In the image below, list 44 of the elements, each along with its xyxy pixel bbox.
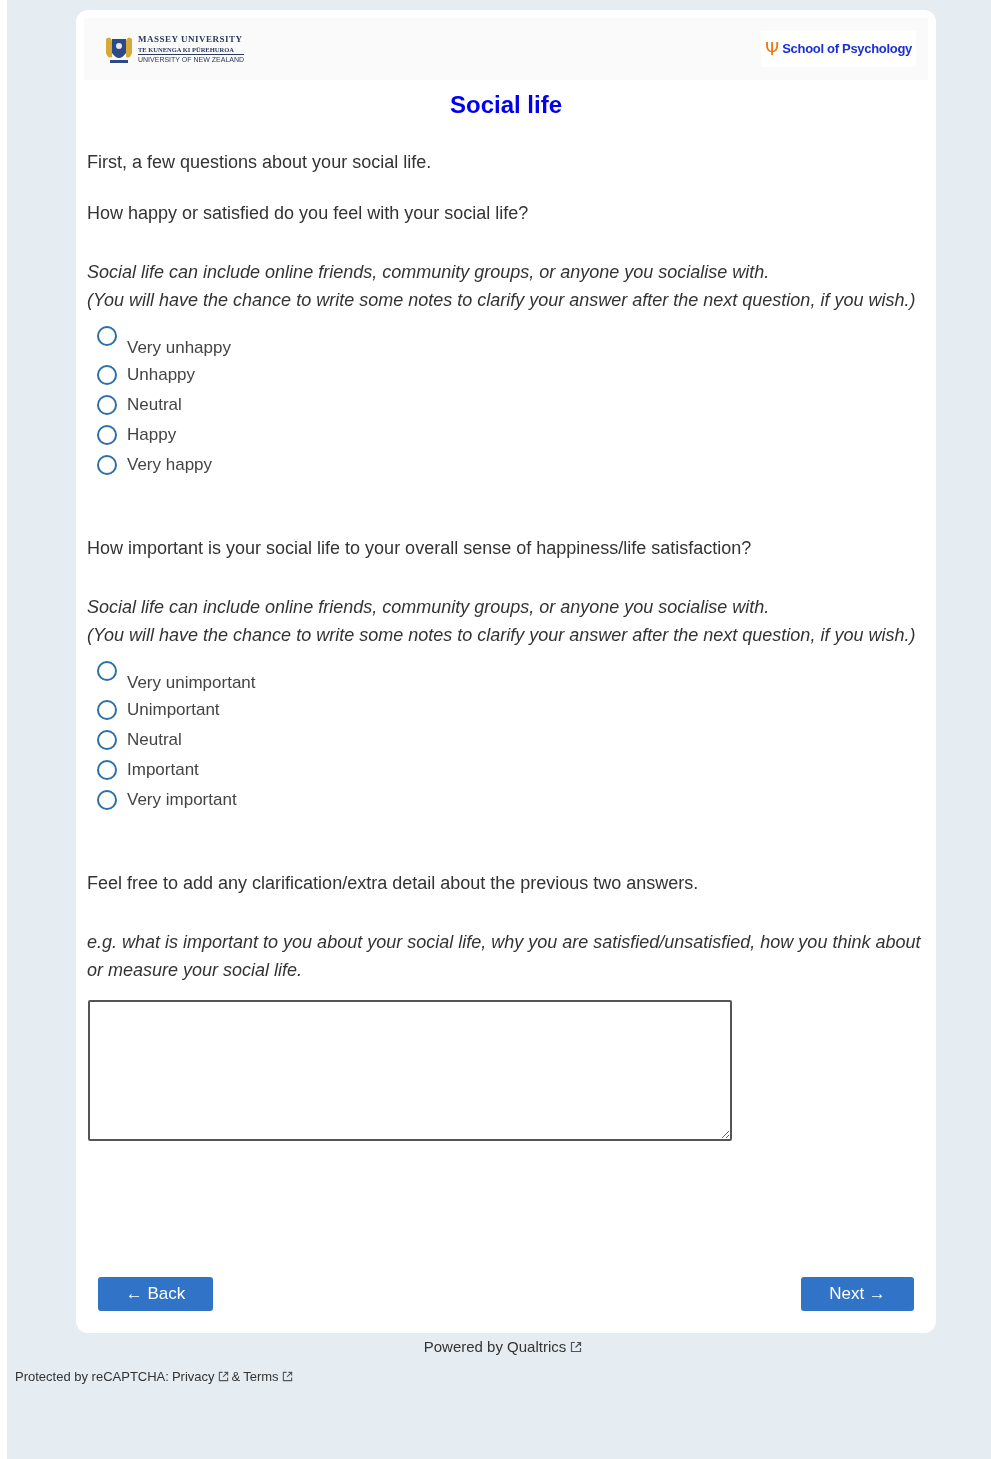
radio-button[interactable] bbox=[97, 365, 117, 385]
option-label[interactable]: Very happy bbox=[127, 453, 213, 477]
terms-link[interactable]: Terms bbox=[243, 1366, 279, 1386]
logo-text: MASSEY UNIVERSITY bbox=[138, 33, 244, 45]
radio-button[interactable] bbox=[97, 790, 117, 810]
option-label[interactable]: Happy bbox=[127, 423, 177, 447]
radio-button[interactable] bbox=[97, 395, 117, 415]
privacy-link[interactable]: Privacy bbox=[171, 1366, 215, 1386]
radio-button[interactable] bbox=[97, 700, 117, 720]
radio-button[interactable] bbox=[97, 661, 117, 681]
option-label[interactable]: Unimportant bbox=[127, 698, 220, 722]
note-text: e.g. what is important to you about your social life, why you are satisfied/unsatisfied, how you think about or measure your social life. bbox=[87, 931, 922, 982]
radio-button[interactable] bbox=[97, 425, 117, 445]
radio-button[interactable] bbox=[97, 326, 117, 346]
option-label[interactable]: Important bbox=[127, 758, 199, 782]
note-text: Social life can include online friends, community groups, or anyone you socialise with. bbox=[87, 261, 771, 284]
radio-button[interactable] bbox=[97, 760, 117, 780]
note-text: (You will have the chance to write some notes to clarify your answer after the next question, if you wish.) bbox=[87, 289, 917, 312]
option-label[interactable]: Very unimportant bbox=[127, 671, 256, 695]
psi-symbol: Ψ bbox=[765, 40, 780, 58]
external-link-icon bbox=[281, 1370, 293, 1382]
question-text: Feel free to add any clarification/extra detail about the previous two answers. bbox=[87, 872, 700, 895]
option-label[interactable]: Neutral bbox=[127, 728, 182, 752]
text-area-field[interactable] bbox=[88, 1000, 732, 1141]
question-text: How important is your social life to your overall sense of happiness/life satisfaction? bbox=[87, 537, 753, 560]
external-link-icon bbox=[570, 1341, 583, 1354]
option-label[interactable]: Neutral bbox=[127, 393, 182, 417]
school-name: School of Psychology bbox=[782, 40, 912, 59]
page-title: Social life bbox=[449, 90, 562, 120]
back-button[interactable]: ← Back bbox=[98, 1277, 213, 1311]
next-button[interactable]: Next → bbox=[801, 1277, 914, 1311]
ampersand-text: & bbox=[231, 1367, 241, 1386]
question-text: How happy or satisfied do you feel with your social life? bbox=[87, 202, 530, 225]
intro-text: First, a few questions about your social life. bbox=[87, 151, 433, 174]
option-label[interactable]: Unhappy bbox=[127, 363, 196, 387]
radio-button[interactable] bbox=[97, 455, 117, 475]
radio-button[interactable] bbox=[97, 730, 117, 750]
external-link-icon bbox=[217, 1370, 229, 1382]
option-label[interactable]: Very unhappy bbox=[127, 336, 231, 360]
powered-by-link[interactable]: Powered by Qualtrics bbox=[423, 1336, 567, 1359]
option-label[interactable]: Very important bbox=[127, 788, 237, 812]
note-text: (You will have the chance to write some notes to clarify your answer after the next question, if you wish.) bbox=[87, 624, 917, 647]
note-text: Social life can include online friends, community groups, or anyone you socialise with. bbox=[87, 596, 771, 619]
recaptcha-text: Protected by reCAPTCHA: bbox=[15, 1367, 169, 1386]
